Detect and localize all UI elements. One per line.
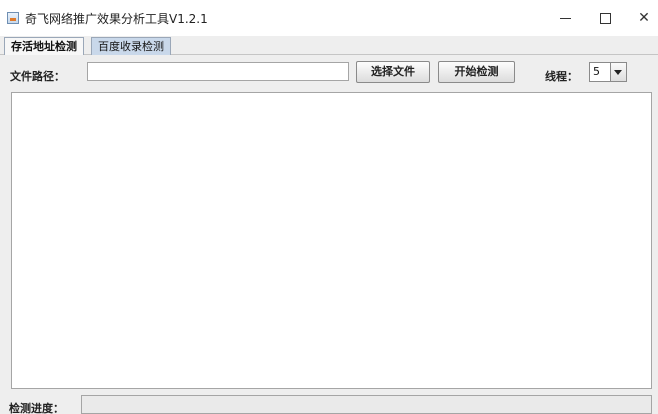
tab-baidu-index-check[interactable]: 百度收录检测 (91, 37, 171, 55)
close-icon: ✕ (638, 10, 650, 26)
threads-select[interactable]: 5 (589, 62, 627, 82)
close-button[interactable]: ✕ (624, 6, 658, 30)
choose-file-button[interactable]: 选择文件 (356, 61, 430, 83)
file-path-label: 文件路径： (10, 70, 65, 83)
maximize-icon (599, 12, 611, 24)
app-icon (7, 12, 19, 24)
window-title: 奇飞网络推广效果分析工具V1.2.1 (25, 12, 208, 26)
minimize-button[interactable] (545, 6, 585, 30)
threads-label: 线程： (545, 70, 578, 83)
minimize-icon (559, 17, 571, 19)
main-panel: 文件路径： 选择文件 开始检测 线程： 5 检测进度： (0, 55, 658, 414)
progress-bar (81, 395, 652, 414)
start-check-button[interactable]: 开始检测 (438, 61, 515, 83)
chevron-down-icon[interactable] (610, 63, 626, 81)
app-window: 奇飞网络推广效果分析工具V1.2.1 ✕ 存活地址检测 百度收录检测 文件路径：… (0, 0, 658, 414)
tab-strip: 存活地址检测 百度收录检测 (0, 36, 658, 55)
results-textarea[interactable] (11, 92, 652, 389)
progress-label: 检测进度： (9, 402, 64, 414)
maximize-button[interactable] (585, 6, 625, 30)
file-path-input[interactable] (87, 62, 349, 81)
threads-value: 5 (593, 65, 600, 78)
title-bar: 奇飞网络推广效果分析工具V1.2.1 ✕ (0, 0, 658, 36)
tab-alive-check[interactable]: 存活地址检测 (4, 37, 84, 55)
